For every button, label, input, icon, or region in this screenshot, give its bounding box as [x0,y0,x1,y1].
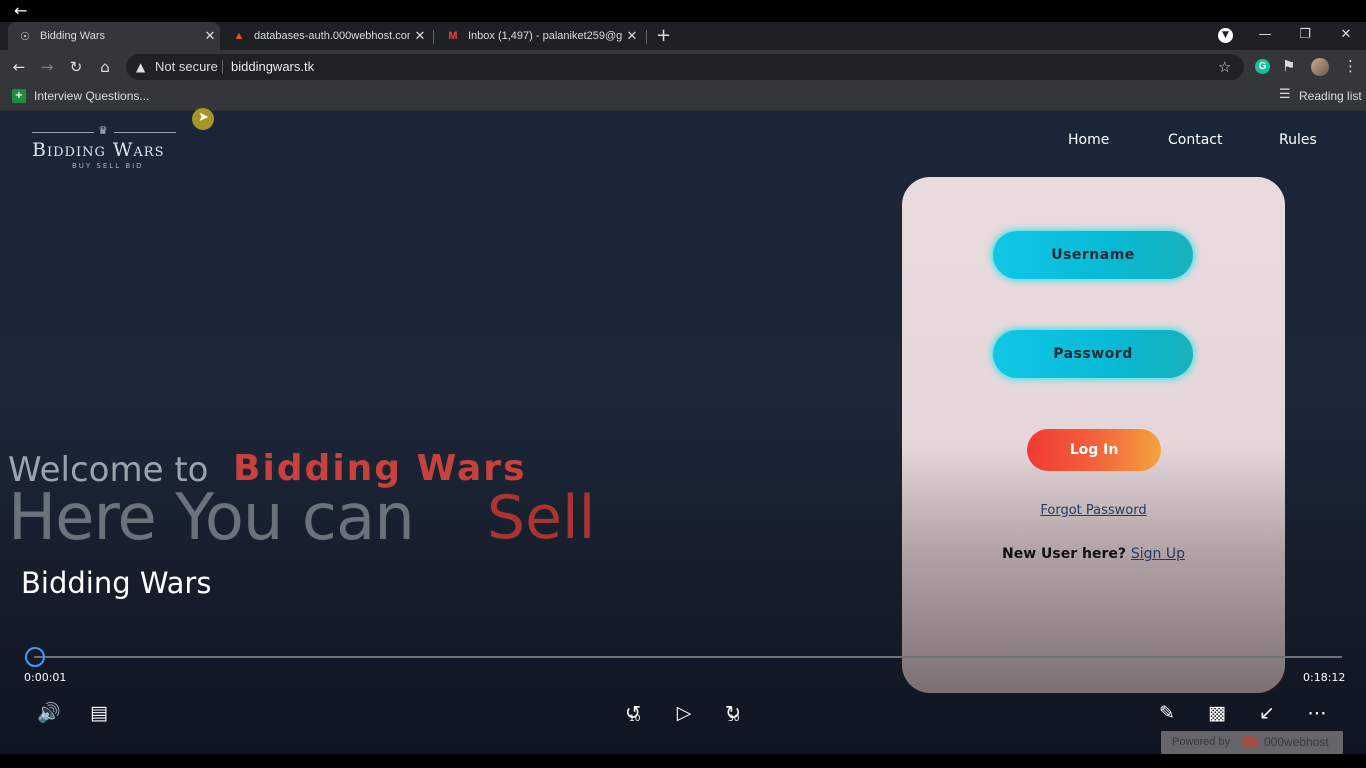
tab-title: Inbox (1,497) - palaniket259@gmail.com [468,30,622,42]
address-separator [222,60,223,74]
browser-tab-strip: ☉ Bidding Wars ✕ ▲ databases-auth.000web… [0,22,1366,50]
crown-icon: ♛ [98,124,108,137]
tab-search-chevron-down-icon[interactable]: ▼ [1218,28,1233,43]
new-tab-plus-icon[interactable]: + [656,26,671,46]
signup-link[interactable]: Sign Up [1131,546,1185,562]
url-text[interactable]: biddingwars.tk [231,58,314,76]
grammarly-extension-icon[interactable]: G [1255,59,1270,74]
bookmark-star-icon[interactable]: ☆ [1218,58,1231,76]
video-back-arrow-icon[interactable]: ← [14,3,27,19]
tab-bidding-wars[interactable]: ☉ Bidding Wars ✕ [8,22,220,50]
globe-icon: ☉ [20,30,30,43]
browser-menu-kebab-icon[interactable]: ⋮ [1343,57,1358,75]
logo-rule-left [32,132,94,133]
close-tab-icon[interactable]: ✕ [410,28,430,44]
webhost-favicon-icon: ▲ [233,30,245,42]
current-time: 0:00:01 [24,671,67,684]
gmail-icon: M [448,30,458,42]
close-tab-icon[interactable]: ✕ [200,28,220,44]
tab-title: databases-auth.000webhost.com [254,30,410,42]
video-title: Bidding Wars [21,566,212,600]
profile-avatar[interactable] [1311,58,1329,76]
forgot-password-link[interactable]: Forgot Password [902,502,1285,520]
edit-pencil-icon[interactable]: ✎ [1152,698,1182,728]
tab-gmail-inbox[interactable]: M Inbox (1,497) - palaniket259@gmail.com… [436,22,642,50]
hero-highlight: Sell [487,483,596,553]
tab-databases-auth[interactable]: ▲ databases-auth.000webhost.com ✕ [222,22,430,50]
back-arrow-icon[interactable]: ← [8,50,30,84]
sheets-plus-icon: + [12,89,26,103]
mouse-pointer-icon: ➤ [198,110,209,125]
reload-icon[interactable]: ↻ [65,50,87,84]
security-status[interactable]: Not secure [155,58,218,76]
nav-contact[interactable]: Contact [1168,131,1222,149]
seek-bar[interactable] [34,656,1342,658]
new-user-text: New User here? [1002,546,1126,562]
skip-back-seconds: 10 [629,714,641,724]
captions-icon[interactable]: ▤ [84,698,114,728]
logo-rule-right [114,132,176,133]
total-time: 0:18:12 [1303,671,1346,684]
minimize-icon[interactable]: — [1245,22,1285,48]
video-bottom-bar [0,754,1366,768]
volume-icon[interactable]: 🔊 [34,698,64,728]
bookmarks-bar [0,84,1366,111]
password-input[interactable]: Password [993,330,1193,378]
powered-by-text: Powered by [1172,736,1231,748]
extensions-puzzle-icon[interactable]: ⚑ [1282,57,1295,75]
nav-home[interactable]: Home [1068,131,1109,149]
play-icon[interactable]: ▷ [669,698,699,728]
webhost-logo-icon [1241,736,1259,748]
video-top-bar [0,0,1366,22]
tab-separator [646,30,647,44]
more-options-icon[interactable]: ⋯ [1302,698,1332,728]
signup-row: New User here? Sign Up [902,545,1285,563]
powered-by-brand: 000webhost [1264,735,1329,749]
powered-by-badge[interactable]: Powered by 000webhost [1161,731,1343,754]
username-input[interactable]: Username [993,231,1193,279]
mini-view-icon[interactable]: ▩ [1202,698,1232,728]
forward-arrow-icon[interactable]: → [36,50,58,84]
site-logo-title[interactable]: Bidding Wars [32,138,165,162]
login-button[interactable]: Log In [1027,429,1161,471]
close-tab-icon[interactable]: ✕ [622,28,642,44]
nav-rules[interactable]: Rules [1279,131,1317,149]
skip-forward-seconds: 30 [728,714,740,724]
bookmark-interview-questions[interactable]: Interview Questions... [34,88,149,104]
reading-list-button[interactable]: Reading list [1299,88,1362,104]
reading-list-icon[interactable]: ☰ [1279,87,1291,102]
tab-title: Bidding Wars [40,30,106,42]
tab-separator [433,30,434,44]
hero-line: Here You can [8,481,415,555]
window-close-icon[interactable]: ✕ [1326,22,1366,48]
warning-icon[interactable]: ▲ [136,58,145,76]
restore-icon[interactable]: ❐ [1285,22,1325,48]
site-logo-tagline: BUY SELL BID [72,162,144,170]
exit-fullscreen-icon[interactable]: ↙ [1252,698,1282,728]
home-icon[interactable]: ⌂ [94,50,116,84]
